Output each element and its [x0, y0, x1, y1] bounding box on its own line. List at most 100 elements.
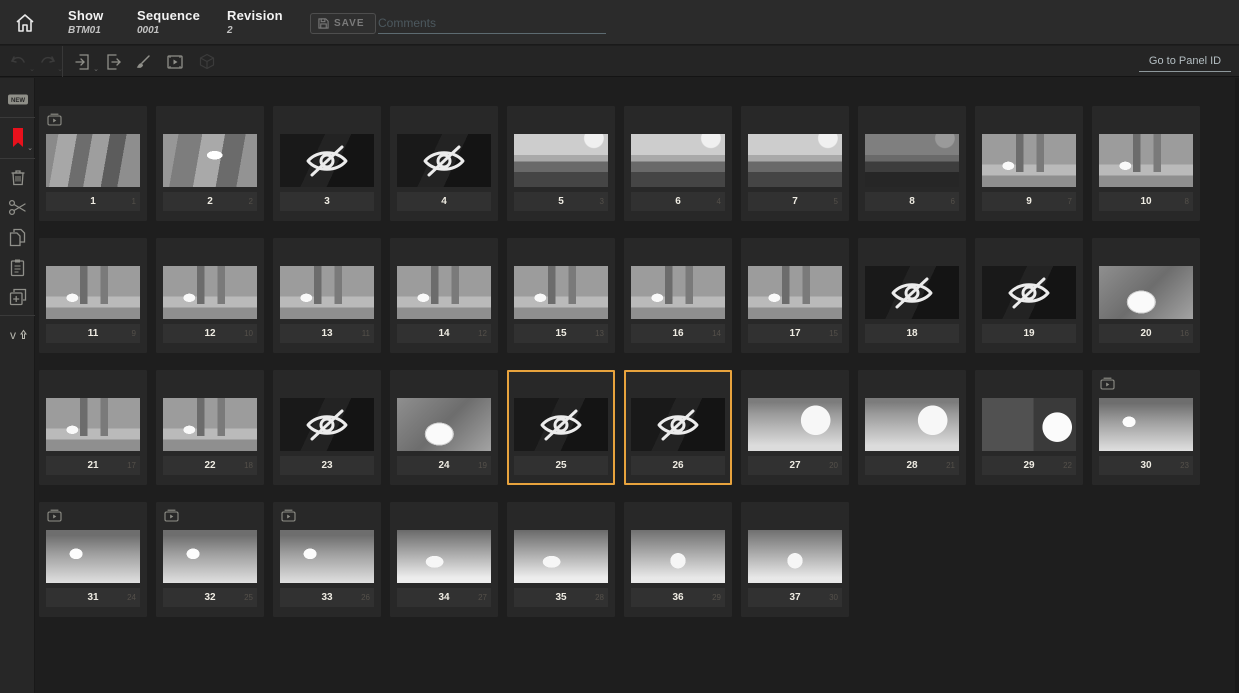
panel-thumbnail: [982, 266, 1076, 319]
export-panel-button[interactable]: [100, 49, 126, 74]
panel-cell[interactable]: 15 13: [507, 238, 615, 353]
panel-number-bar: 15 13: [514, 324, 608, 343]
panel-number-bar: 34 27: [397, 588, 491, 607]
show-field: Show BTM01: [68, 8, 103, 36]
panel-number: 35: [555, 592, 566, 603]
panel-number: 17: [789, 328, 800, 339]
hidden-eye-slash-icon: [303, 408, 351, 442]
panel-thumbnail: [748, 530, 842, 583]
panel-alt-number: 15: [829, 329, 838, 338]
video-panel-button[interactable]: [162, 49, 188, 74]
panel-cell[interactable]: 5 3: [507, 106, 615, 221]
undo-icon: [10, 54, 28, 70]
panel-thumbnail: [982, 134, 1076, 187]
sidebar-divider: [0, 315, 35, 316]
panel-number: 27: [789, 460, 800, 471]
panel-grid: 1 1 2 2: [39, 106, 1200, 617]
panel-cell[interactable]: 3: [273, 106, 381, 221]
panel-number: 15: [555, 328, 566, 339]
panel-cell[interactable]: 17 15: [741, 238, 849, 353]
vertical-scrollbar[interactable]: [1235, 78, 1239, 693]
panel-number: 14: [438, 328, 449, 339]
panel-cell[interactable]: 6 4: [624, 106, 732, 221]
cut-button[interactable]: [0, 192, 35, 222]
panel-cell[interactable]: 8 6: [858, 106, 966, 221]
panel-cell[interactable]: 9 7: [975, 106, 1083, 221]
panel-number-bar: 26: [631, 456, 725, 475]
panel-cell[interactable]: 26: [624, 370, 732, 485]
panel-cell[interactable]: 34 27: [390, 502, 498, 617]
panel-cell[interactable]: 28 21: [858, 370, 966, 485]
panel-alt-number: 6: [951, 197, 955, 206]
panel-cell[interactable]: 19: [975, 238, 1083, 353]
panel-alt-number: 13: [595, 329, 604, 338]
panel-cell[interactable]: 7 5: [741, 106, 849, 221]
panel-cell[interactable]: 22 18: [156, 370, 264, 485]
panel-number-bar: 10 8: [1099, 192, 1193, 211]
camera-move-icon: [47, 509, 63, 523]
panel-cell[interactable]: 4: [390, 106, 498, 221]
panel-alt-number: 3: [600, 197, 604, 206]
3d-cube-button[interactable]: [194, 49, 220, 74]
panel-cell[interactable]: 2 2: [156, 106, 264, 221]
panel-cell[interactable]: 18: [858, 238, 966, 353]
panel-number-bar: 31 24: [46, 588, 140, 607]
paste-button[interactable]: [0, 252, 35, 282]
paintbrush-button[interactable]: [130, 49, 156, 74]
comments-input[interactable]: [378, 12, 606, 34]
copy-button[interactable]: [0, 222, 35, 252]
panel-number: 36: [672, 592, 683, 603]
import-panel-button[interactable]: ⌄: [70, 49, 96, 74]
undo-button[interactable]: ⌄: [6, 49, 32, 74]
hidden-eye-slash-icon: [654, 408, 702, 442]
panel-alt-number: 16: [1180, 329, 1189, 338]
new-panel-button[interactable]: NEW: [0, 84, 35, 114]
panel-cell[interactable]: 23: [273, 370, 381, 485]
panel-cell[interactable]: 32 25: [156, 502, 264, 617]
panel-cell[interactable]: 36 29: [624, 502, 732, 617]
panel-number-bar: 24 19: [397, 456, 491, 475]
panel-cell[interactable]: 21 17: [39, 370, 147, 485]
panel-cell[interactable]: 31 24: [39, 502, 147, 617]
panel-cell[interactable]: 33 26: [273, 502, 381, 617]
panel-cell[interactable]: 29 22: [975, 370, 1083, 485]
panel-cell[interactable]: 14 12: [390, 238, 498, 353]
panel-alt-number: 20: [829, 461, 838, 470]
panel-cell[interactable]: 10 8: [1092, 106, 1200, 221]
panel-number: 20: [1140, 328, 1151, 339]
panel-thumbnail: [631, 530, 725, 583]
panel-number-bar: 16 14: [631, 324, 725, 343]
panel-cell[interactable]: 12 10: [156, 238, 264, 353]
panel-cell[interactable]: 11 9: [39, 238, 147, 353]
panel-number-bar: 8 6: [865, 192, 959, 211]
panel-cell[interactable]: 30 23: [1092, 370, 1200, 485]
panel-cell[interactable]: 37 30: [741, 502, 849, 617]
delete-panel-button[interactable]: [0, 162, 35, 192]
panel-number: 2: [207, 196, 213, 207]
panel-cell[interactable]: 27 20: [741, 370, 849, 485]
panel-cell[interactable]: 20 16: [1092, 238, 1200, 353]
clipboard-icon: [10, 258, 25, 277]
save-button[interactable]: SAVE: [310, 13, 376, 34]
panel-thumbnail: [163, 134, 257, 187]
bookmark-button[interactable]: ⌄: [0, 121, 35, 155]
3d-cube-icon: [199, 53, 215, 70]
panel-cell[interactable]: 24 19: [390, 370, 498, 485]
redo-button[interactable]: ⌄: [34, 49, 60, 74]
panel-cell[interactable]: 16 14: [624, 238, 732, 353]
duplicate-panel-button[interactable]: [0, 282, 35, 312]
version-up-button[interactable]: v: [0, 319, 35, 349]
panel-cell[interactable]: 13 11: [273, 238, 381, 353]
panel-cell[interactable]: 1 1: [39, 106, 147, 221]
panel-number-bar: 7 5: [748, 192, 842, 211]
svg-text:v: v: [10, 328, 16, 342]
panel-thumbnail: [514, 134, 608, 187]
home-button[interactable]: [10, 8, 40, 38]
panel-number: 37: [789, 592, 800, 603]
panel-number: 30: [1140, 460, 1151, 471]
panel-thumbnail: [1099, 398, 1193, 451]
panel-number-bar: 25: [514, 456, 608, 475]
panel-cell[interactable]: 35 28: [507, 502, 615, 617]
panel-cell[interactable]: 25: [507, 370, 615, 485]
goto-panel-id-input[interactable]: [1139, 50, 1231, 72]
